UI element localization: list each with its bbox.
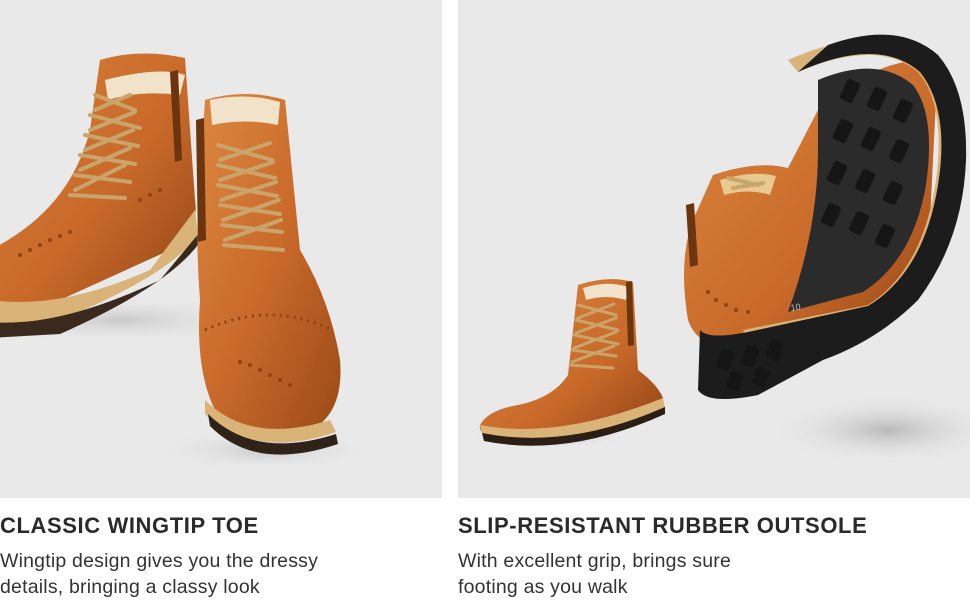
outsole-photo-icon: 10: [468, 34, 970, 465]
feature-card-outsole: 10 SLIP-RESISTANT RUBBER OUTSOLE With ex…: [458, 0, 970, 600]
description-line: With excellent grip, brings sure: [458, 550, 732, 572]
description-line: footing as you walk: [458, 576, 628, 598]
description-line: Wingtip design gives you the dressy: [0, 550, 319, 572]
feature-description: With excellent grip, brings sure footing…: [458, 548, 731, 600]
feature-title: SLIP-RESISTANT RUBBER OUTSOLE: [458, 513, 868, 538]
boot-photo-icon: [0, 53, 375, 472]
sole-size-mark: 10: [790, 302, 801, 313]
boot-pair-photo: [0, 0, 442, 498]
description-line: details, bringing a classy look: [0, 576, 260, 598]
feature-card-wingtip: CLASSIC WINGTIP TOE Wingtip design gives…: [0, 0, 442, 600]
feature-description: Wingtip design gives you the dressy deta…: [0, 548, 318, 600]
outsole-photo: 10: [458, 0, 970, 498]
feature-title: CLASSIC WINGTIP TOE: [0, 513, 259, 538]
